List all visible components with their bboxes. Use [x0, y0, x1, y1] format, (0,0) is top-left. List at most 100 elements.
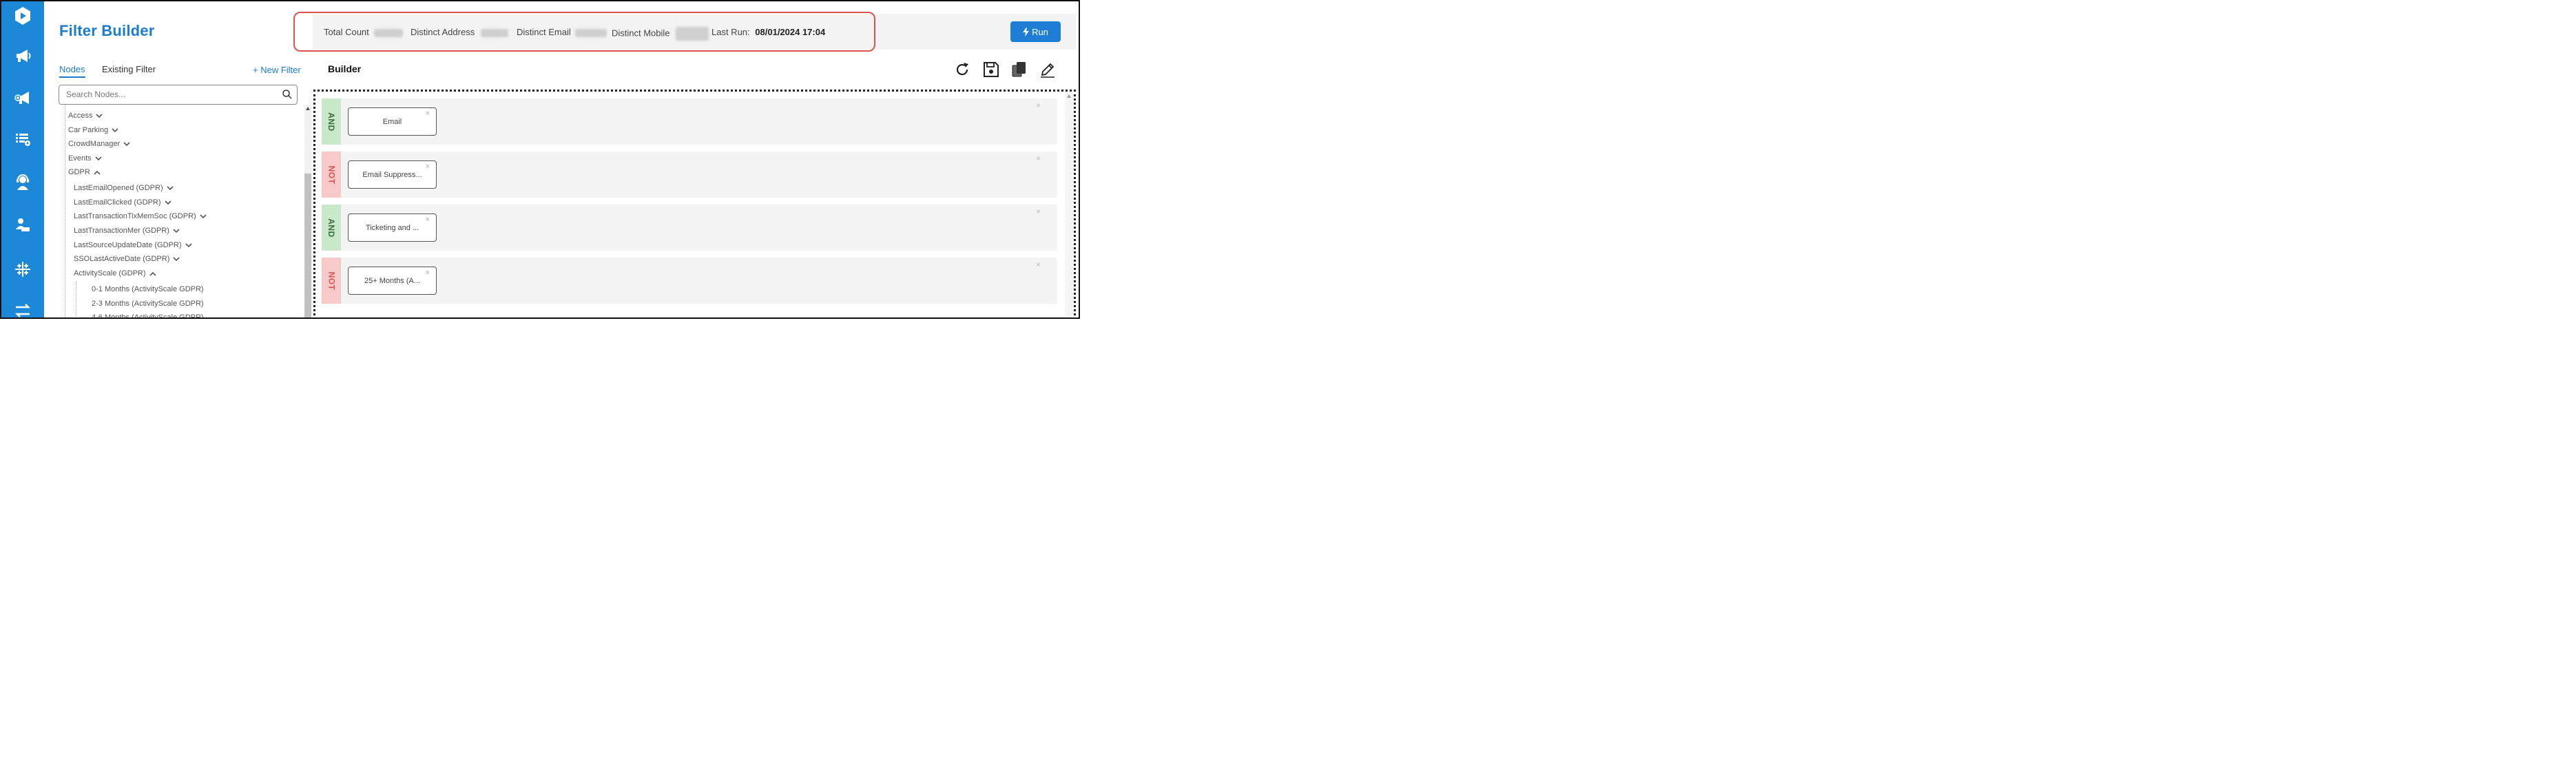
search-input[interactable]	[66, 90, 273, 99]
filter-chip-label: Email	[382, 117, 402, 126]
megaphone-add-icon[interactable]	[10, 85, 35, 110]
tree-node[interactable]: CrowdManager	[68, 140, 130, 148]
filter-chip[interactable]: 25+ Months (A... ×	[348, 267, 437, 295]
page-title: Filter Builder	[59, 22, 155, 39]
chevron-down-icon	[112, 127, 118, 132]
tree-node-label: 2-3 Months (ActivityScale GDPR)	[92, 300, 204, 308]
tree-node-label: LastTransactionMer (GDPR)	[74, 227, 169, 235]
group-close-icon[interactable]: ×	[1036, 207, 1041, 216]
stat-distinct-email: Distinct Email	[517, 27, 607, 37]
tree-scroll-up-arrow[interactable]	[306, 107, 310, 110]
tree-node-label: ActivityScale (GDPR)	[74, 269, 146, 278]
stat-last-run-value: 08/01/2024 17:04	[755, 27, 826, 37]
tree-node[interactable]: GDPR	[68, 168, 101, 176]
group-close-icon[interactable]: ×	[1036, 260, 1041, 269]
builder-scrollbar[interactable]	[1065, 92, 1073, 317]
tree-node-label: LastEmailOpened (GDPR)	[74, 184, 163, 192]
chip-close-icon[interactable]: ×	[426, 163, 430, 171]
builder-title: Builder	[328, 63, 362, 74]
tree-node[interactable]: LastEmailClicked (GDPR)	[74, 198, 172, 207]
tree-node-label: SSOLastActiveDate (GDPR)	[74, 255, 170, 263]
filter-group: AND Email × ×	[322, 98, 1057, 145]
tree-scrollbar-thumb[interactable]	[304, 174, 311, 317]
stat-distinct-email-value	[575, 28, 607, 37]
group-close-icon[interactable]: ×	[1036, 154, 1041, 163]
stat-last-run: Last Run: 08/01/2024 17:04	[711, 27, 825, 37]
filter-chip[interactable]: Email ×	[348, 107, 437, 136]
filter-group: AND Ticketing and ... × ×	[322, 205, 1057, 251]
integrations-icon[interactable]	[10, 257, 35, 282]
tree-node[interactable]: LastEmailOpened (GDPR)	[74, 184, 174, 192]
search-box	[59, 85, 298, 105]
tree-node-label: 0-1 Months (ActivityScale GDPR)	[92, 285, 204, 293]
lightning-icon	[1023, 27, 1030, 37]
builder-scroll-up-arrow[interactable]	[1067, 94, 1071, 98]
node-tree: Access Car Parking CrowdManager Events G…	[59, 105, 304, 319]
filter-chip[interactable]: Email Suppress... ×	[348, 160, 437, 189]
chevron-down-icon	[200, 213, 207, 218]
user-desk-icon[interactable]	[10, 213, 35, 238]
stat-distinct-mobile: Distinct Mobile	[612, 27, 709, 41]
run-button-label: Run	[1032, 26, 1048, 37]
operator-and-toggle[interactable]: AND	[322, 205, 341, 251]
tree-node[interactable]: ActivityScale (GDPR)	[74, 269, 156, 278]
stat-total-count-label: Total Count	[324, 27, 369, 37]
chip-close-icon[interactable]: ×	[426, 110, 430, 118]
tree-leaf-node[interactable]: 2-3 Months (ActivityScale GDPR)	[92, 300, 204, 308]
tree-node[interactable]: LastTransactionTixMemSoc (GDPR)	[74, 212, 207, 220]
edit-icon[interactable]	[1039, 61, 1057, 79]
tree-node-label: 4-6 Months (ActivityScale GDPR)	[92, 313, 204, 319]
run-button[interactable]: Run	[1010, 21, 1061, 42]
tree-node[interactable]: LastTransactionMer (GDPR)	[74, 227, 180, 235]
tree-node-label: Car Parking	[68, 126, 109, 134]
chevron-down-icon	[95, 156, 102, 160]
chip-close-icon[interactable]: ×	[426, 269, 430, 277]
filter-chip-label: Email Suppress...	[362, 170, 422, 179]
app-logo-icon[interactable]	[10, 3, 35, 28]
tab-nodes[interactable]: Nodes	[59, 64, 85, 78]
megaphone-icon[interactable]	[10, 43, 35, 68]
chevron-down-icon	[123, 141, 130, 146]
tree-node-label: GDPR	[68, 168, 90, 176]
chip-close-icon[interactable]: ×	[426, 216, 430, 224]
tree-node-label: CrowdManager	[68, 140, 121, 148]
tree-node[interactable]: Car Parking	[68, 126, 118, 134]
stat-total-count: Total Count	[324, 27, 404, 37]
tree-node[interactable]: Events	[68, 154, 102, 163]
new-filter-link[interactable]: + New Filter	[253, 65, 301, 75]
stat-distinct-address: Distinct Address	[411, 27, 508, 37]
save-icon[interactable]	[982, 61, 1000, 79]
stat-last-run-label: Last Run:	[711, 27, 750, 37]
operator-and-toggle[interactable]: AND	[322, 98, 341, 145]
nav-rail	[1, 1, 44, 317]
tree-node-label: LastTransactionTixMemSoc (GDPR)	[74, 212, 196, 220]
tree-node[interactable]: SSOLastActiveDate (GDPR)	[74, 255, 180, 263]
stat-distinct-address-label: Distinct Address	[411, 27, 475, 37]
operator-not-toggle[interactable]: NOT	[322, 152, 341, 198]
copy-icon[interactable]	[1010, 61, 1028, 79]
filter-chip-label: Ticketing and ...	[365, 223, 419, 232]
tree-node[interactable]: LastSourceUpdateDate (GDPR)	[74, 241, 192, 249]
tree-node[interactable]: Access	[68, 112, 103, 120]
tree-leaf-node[interactable]: 0-1 Months (ActivityScale GDPR)	[92, 285, 204, 293]
search-icon[interactable]	[282, 89, 293, 100]
tab-existing-filter[interactable]: Existing Filter	[102, 64, 156, 74]
operator-not-toggle[interactable]: NOT	[322, 258, 341, 304]
filter-group: NOT 25+ Months (A... × ×	[322, 258, 1057, 304]
chevron-down-icon	[167, 185, 174, 190]
tree-leaf-node[interactable]: 4-6 Months (ActivityScale GDPR)	[92, 313, 204, 319]
transfer-arrows-icon[interactable]	[10, 298, 35, 317]
operator-label: AND	[326, 218, 336, 238]
refresh-icon[interactable]	[953, 61, 971, 79]
chevron-down-icon	[164, 200, 172, 205]
operator-label: AND	[326, 112, 336, 132]
stat-distinct-email-label: Distinct Email	[517, 27, 571, 37]
stat-distinct-mobile-value	[676, 27, 709, 41]
filter-chip[interactable]: Ticketing and ... ×	[348, 213, 437, 242]
group-close-icon[interactable]: ×	[1036, 101, 1041, 110]
chevron-down-icon	[185, 242, 192, 247]
list-settings-icon[interactable]	[10, 127, 35, 152]
chevron-up-icon	[94, 170, 101, 175]
operator-label: NOT	[326, 271, 336, 290]
support-agent-icon[interactable]	[10, 170, 35, 195]
